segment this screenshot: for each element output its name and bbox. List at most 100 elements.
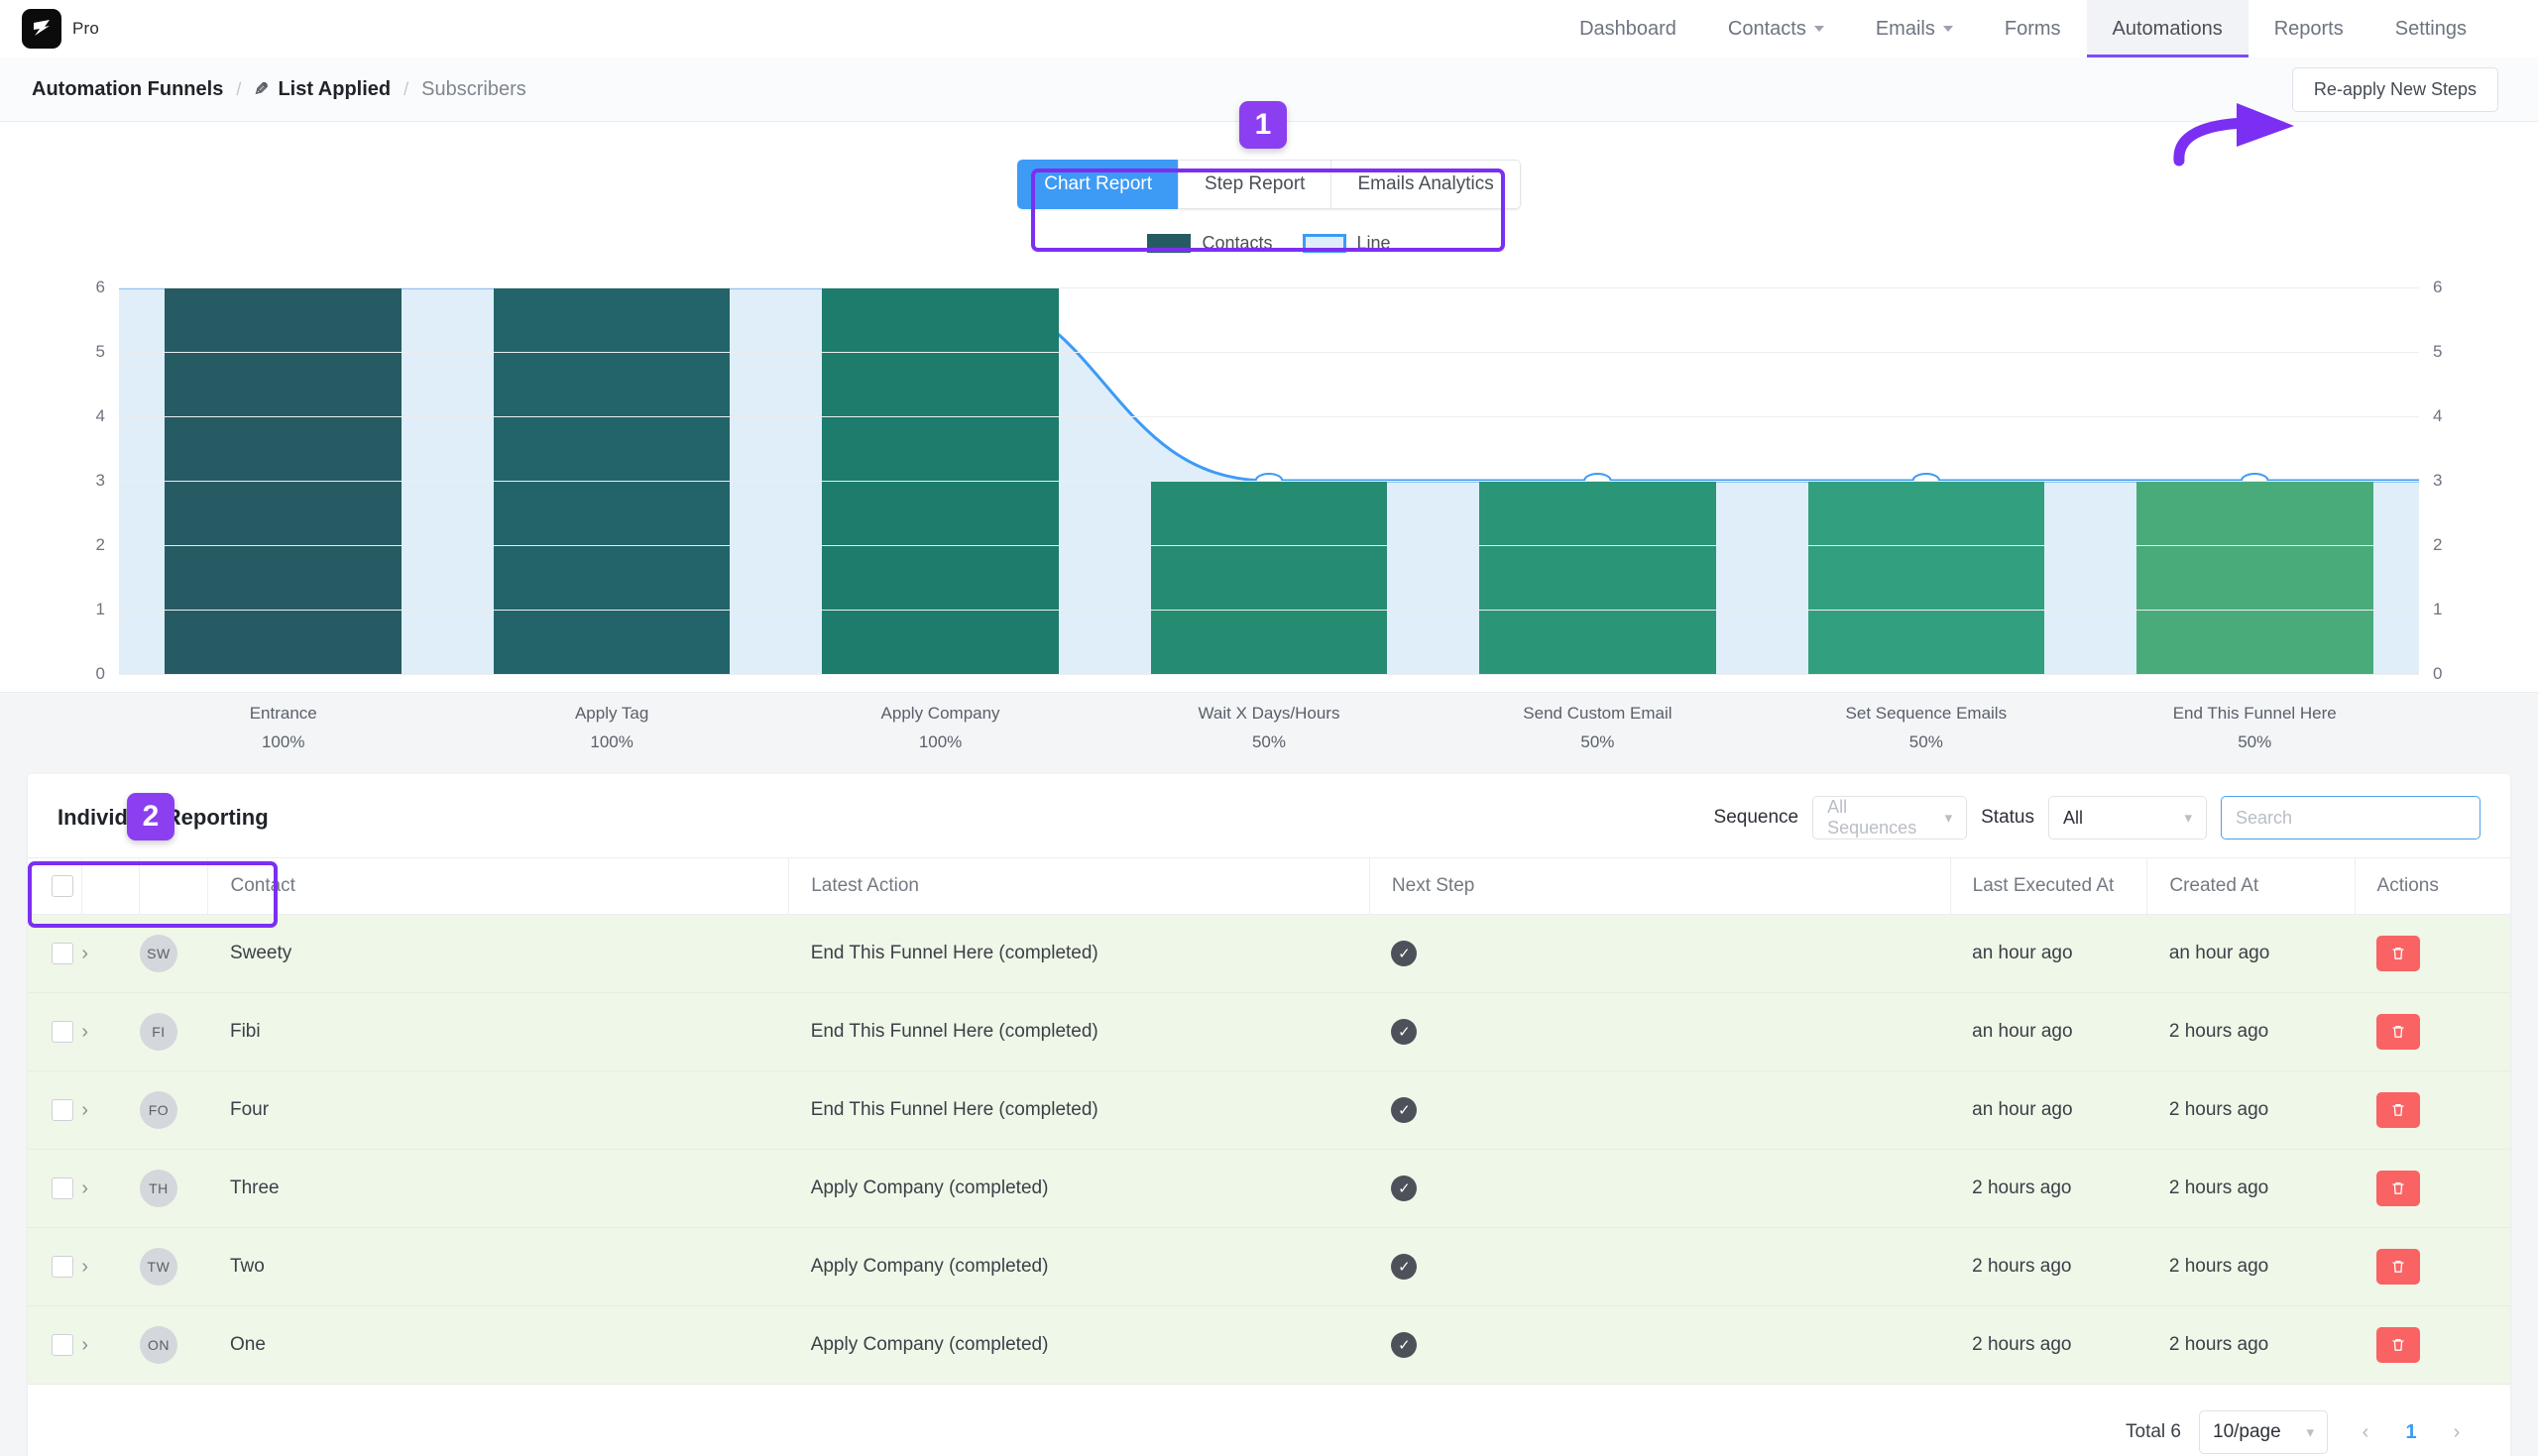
next-page-button[interactable]: ›: [2437, 1412, 2477, 1452]
row-select-cell: [28, 1305, 82, 1385]
chevron-right-icon[interactable]: ›: [81, 1177, 88, 1199]
nav-item-automations[interactable]: Automations: [2086, 0, 2249, 57]
prev-page-button[interactable]: ‹: [2346, 1412, 2385, 1452]
chevron-right-icon[interactable]: ›: [81, 1334, 88, 1356]
x-axis-category: Send Custom Email 50%: [1434, 692, 1762, 752]
chevron-right-icon[interactable]: ›: [81, 1021, 88, 1043]
y-axis-tick-left: 4: [95, 405, 105, 425]
col-created-at[interactable]: Created At: [2146, 857, 2356, 915]
legend-item-line[interactable]: Line: [1302, 233, 1391, 254]
row-checkbox[interactable]: [52, 1099, 73, 1121]
row-checkbox[interactable]: [52, 1021, 73, 1043]
total-count: Total 6: [2126, 1421, 2181, 1442]
avatar: TW: [139, 1248, 177, 1286]
table-row[interactable]: › TH Three Apply Company (completed) ✓ 2 hour…: [28, 1149, 2510, 1228]
nav-item-contacts[interactable]: Contacts: [1702, 0, 1850, 57]
breadcrumb: Automation Funnels / ✎ List Applied / Su…: [32, 78, 526, 101]
individual-reporting-table: Contact Latest Action Next Step Last Exe…: [28, 857, 2510, 1385]
nav-item-emails[interactable]: Emails: [1850, 0, 1979, 57]
annotation-badge-1: 1: [1239, 101, 1287, 149]
col-last-executed-at[interactable]: Last Executed At: [1949, 857, 2147, 915]
legend-item-contacts[interactable]: Contacts: [1147, 233, 1273, 254]
grid-line: [119, 287, 2419, 288]
y-axis-tick-left: 2: [95, 534, 105, 554]
delete-row-button[interactable]: [2376, 1327, 2421, 1363]
chart-report-card: Chart Report Step Report Emails Analytic…: [0, 122, 2538, 751]
grid-line: [119, 610, 2419, 611]
cell-contact[interactable]: Four: [207, 1070, 789, 1150]
delete-row-button[interactable]: [2376, 1014, 2421, 1050]
y-axis-tick-left: 1: [95, 600, 105, 618]
x-axis-category-percent: 50%: [2238, 732, 2272, 751]
row-expand-cell: ›: [81, 1227, 140, 1306]
row-checkbox[interactable]: [52, 1256, 73, 1278]
cell-created-at: 2 hours ago: [2146, 992, 2356, 1071]
col-next-step[interactable]: Next Step: [1368, 857, 1951, 915]
nav-label: Automations: [2112, 17, 2223, 40]
cell-contact[interactable]: Two: [207, 1227, 789, 1306]
nav-item-forms[interactable]: Forms: [1979, 0, 2087, 57]
row-checkbox[interactable]: [52, 943, 73, 964]
cell-actions: [2355, 1227, 2510, 1306]
row-checkbox[interactable]: [52, 1334, 73, 1356]
x-axis-category: Entrance 100%: [119, 692, 447, 752]
cell-contact[interactable]: One: [207, 1305, 789, 1385]
chevron-right-icon[interactable]: ›: [81, 1099, 88, 1121]
legend-swatch-contacts: [1147, 234, 1192, 253]
main-nav: Dashboard Contacts Emails Forms Automati…: [1554, 0, 2492, 57]
chevron-right-icon[interactable]: ›: [81, 1256, 88, 1278]
cell-contact[interactable]: Sweety: [207, 914, 789, 993]
check-circle-icon: ✓: [1391, 1332, 1418, 1358]
breadcrumb-separator: /: [236, 78, 242, 99]
cell-contact[interactable]: Three: [207, 1149, 789, 1228]
nav-item-settings[interactable]: Settings: [2369, 0, 2492, 57]
chevron-down-icon: ▾: [2306, 1424, 2314, 1441]
breadcrumb-root[interactable]: Automation Funnels: [32, 78, 223, 101]
y-axis-tick-right: 0: [2433, 664, 2443, 683]
search-input[interactable]: [2222, 807, 2480, 829]
col-contact[interactable]: Contact: [207, 857, 789, 915]
breadcrumb-current[interactable]: ✎ List Applied: [254, 78, 391, 101]
avatar: FO: [139, 1091, 177, 1129]
annotation-badge-2: 2: [127, 793, 174, 840]
tab-chart-report[interactable]: Chart Report: [1017, 160, 1179, 209]
per-page-select[interactable]: 10/page ▾: [2199, 1410, 2328, 1454]
cell-contact[interactable]: Fibi: [207, 992, 789, 1071]
table-row[interactable]: › FO Four End This Funnel Here (completed) ✓…: [28, 1070, 2510, 1150]
tab-emails-analytics[interactable]: Emails Analytics: [1330, 160, 1521, 209]
table-row[interactable]: › SW Sweety End This Funnel Here (completed…: [28, 914, 2510, 993]
x-axis-category-name: End This Funnel Here: [2172, 704, 2337, 723]
report-header: Individual Reporting Sequence All Sequen…: [28, 774, 2510, 857]
col-latest-action[interactable]: Latest Action: [788, 857, 1370, 915]
chevron-right-icon[interactable]: ›: [81, 943, 88, 964]
page-1-button[interactable]: 1: [2391, 1412, 2431, 1452]
table-row[interactable]: › FI Fibi End This Funnel Here (completed) ✓…: [28, 992, 2510, 1071]
table-row[interactable]: › ON One Apply Company (completed) ✓ 2 hours …: [28, 1305, 2510, 1385]
reapply-new-steps-button[interactable]: Re-apply New Steps: [2291, 66, 2498, 112]
delete-row-button[interactable]: [2376, 1092, 2421, 1128]
grid-line: [119, 544, 2419, 546]
sequence-select[interactable]: All Sequences ▾: [1812, 796, 1968, 840]
search-box: [2221, 796, 2480, 840]
delete-row-button[interactable]: [2376, 1171, 2421, 1206]
row-checkbox[interactable]: [52, 1177, 73, 1199]
delete-row-button[interactable]: [2376, 936, 2421, 971]
avatar: TH: [139, 1170, 177, 1207]
row-avatar-cell: ON: [139, 1305, 208, 1385]
table-row[interactable]: › TW Two Apply Company (completed) ✓ 2 hours …: [28, 1227, 2510, 1306]
nav-item-dashboard[interactable]: Dashboard: [1554, 0, 1702, 57]
tab-step-report[interactable]: Step Report: [1178, 160, 1331, 209]
nav-label: Forms: [2004, 17, 2061, 40]
y-axis-tick-right: 4: [2433, 405, 2443, 425]
cell-latest-action: End This Funnel Here (completed): [788, 914, 1370, 993]
brand[interactable]: Pro: [22, 9, 99, 49]
delete-row-button[interactable]: [2376, 1249, 2421, 1285]
status-select[interactable]: All ▾: [2048, 796, 2207, 840]
select-all-checkbox[interactable]: [52, 875, 73, 897]
nav-item-reports[interactable]: Reports: [2249, 0, 2369, 57]
breadcrumb-tail[interactable]: Subscribers: [421, 78, 526, 101]
row-avatar-cell: TW: [139, 1227, 208, 1306]
y-axis-tick-left: 5: [95, 341, 105, 361]
chart-canvas: 0 0 1 1 2 2 3 3 4 4 5 5 6 6: [96, 278, 2443, 683]
x-axis-category-name: Apply Tag: [574, 704, 649, 723]
